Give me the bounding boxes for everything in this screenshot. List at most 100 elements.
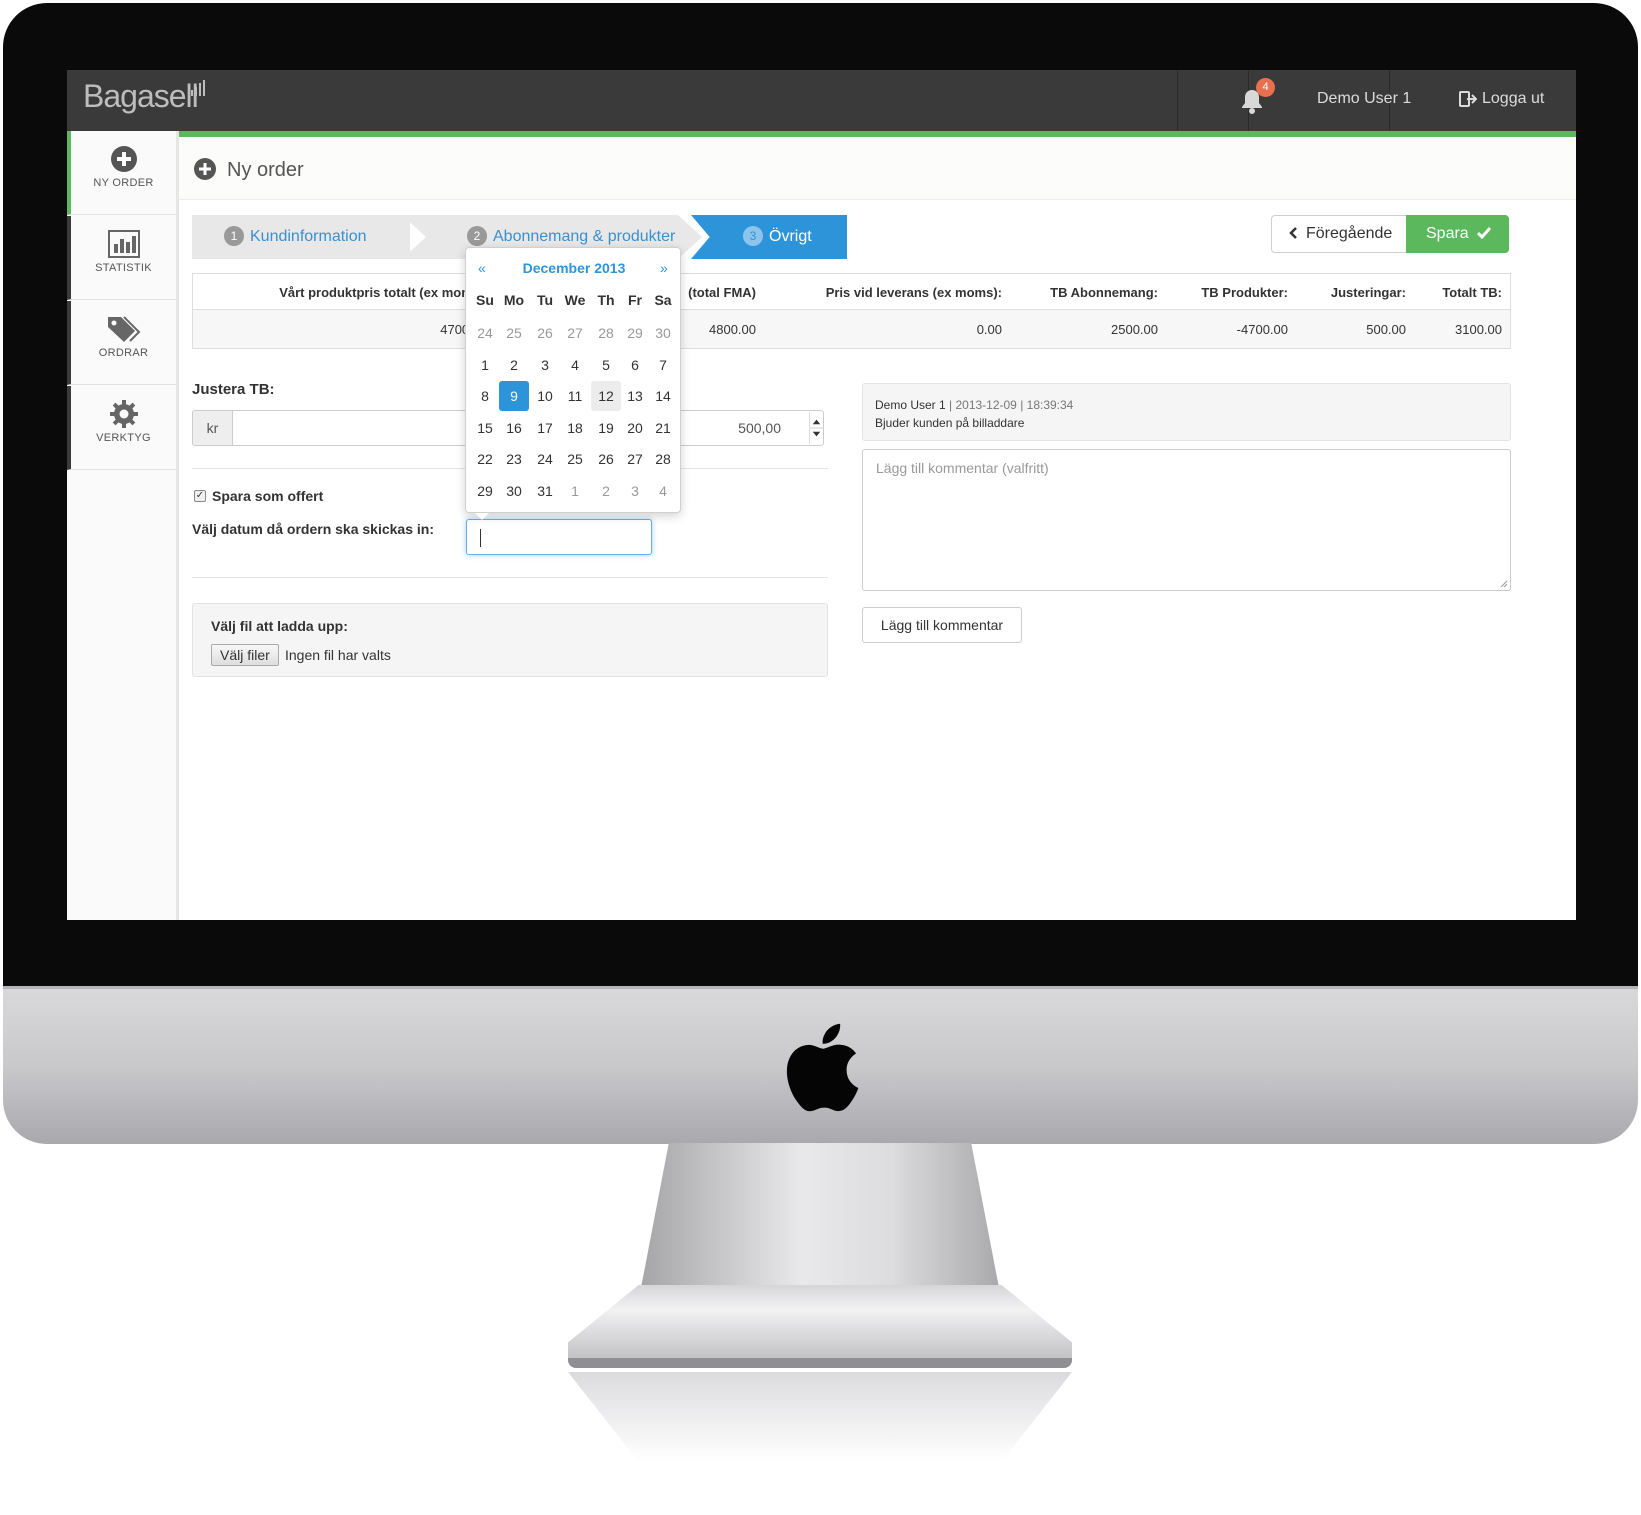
summary-header: Justeringar: xyxy=(1330,285,1406,300)
datepicker-day[interactable]: 23 xyxy=(499,444,529,474)
datepicker-month-title[interactable]: December 2013 xyxy=(466,260,682,276)
sidebar-item-statistik[interactable]: STATISTIK xyxy=(67,216,176,300)
datepicker-day[interactable]: 20 xyxy=(620,413,650,443)
summary-header: Pris vid leverans (ex moms): xyxy=(825,285,1002,300)
sidebar-item-label: VERKTYG xyxy=(96,432,151,444)
summary-value: 500.00 xyxy=(1366,322,1406,337)
summary-header: Totalt TB: xyxy=(1442,285,1502,300)
previous-button[interactable]: Föregående xyxy=(1271,215,1407,253)
sidebar-item-ny-order[interactable]: NY ORDER xyxy=(67,131,176,215)
datepicker-day[interactable]: 1 xyxy=(470,350,500,380)
datepicker-weekday: Tu xyxy=(536,292,554,308)
datepicker-day[interactable]: 12 xyxy=(591,381,621,412)
datepicker-day[interactable]: 8 xyxy=(470,381,500,411)
datepicker-day[interactable]: 25 xyxy=(560,444,590,474)
datepicker-weekday: Mo xyxy=(503,292,525,308)
bar-chart-icon xyxy=(107,230,140,258)
datepicker-day[interactable]: 10 xyxy=(530,381,560,411)
datepicker-day[interactable]: 13 xyxy=(620,381,650,411)
save-button[interactable]: Spara xyxy=(1406,215,1509,253)
save-button-label: Spara xyxy=(1426,225,1469,242)
datepicker-day[interactable]: 14 xyxy=(648,381,678,411)
file-status: Ingen fil har valts xyxy=(285,647,391,663)
resize-handle-icon[interactable] xyxy=(1500,580,1508,588)
datepicker-popup: « December 2013 » Su Mo Tu We Th Fr Sa 24 25 26 27… xyxy=(465,247,681,513)
save-as-offer-checkbox[interactable]: ✓ xyxy=(194,490,206,502)
datepicker-day[interactable]: 18 xyxy=(560,413,590,443)
add-comment-button[interactable]: Lägg till kommentar xyxy=(862,607,1022,643)
datepicker-day[interactable]: 26 xyxy=(530,318,560,348)
monitor-stand-neck xyxy=(640,1143,1000,1293)
datepicker-day[interactable]: 4 xyxy=(648,476,678,506)
comment-placeholder: Lägg till kommentar (valfritt) xyxy=(876,460,1049,476)
datepicker-day[interactable]: 1 xyxy=(560,476,590,506)
number-spinner-icon[interactable] xyxy=(809,412,823,444)
datepicker-next-button[interactable]: » xyxy=(660,260,668,276)
comment-author: Demo User 1 xyxy=(875,398,946,412)
datepicker-day[interactable]: 9 xyxy=(499,381,529,412)
sidebar-item-ordrar[interactable]: ORDRAR xyxy=(67,301,176,385)
datepicker-day[interactable]: 31 xyxy=(530,476,560,506)
user-menu[interactable]: Demo User 1 xyxy=(1317,90,1411,108)
comment-text: Bjuder kunden på billaddare xyxy=(875,416,1025,430)
datepicker-day[interactable]: 3 xyxy=(530,350,560,380)
step-label: Kundinformation xyxy=(250,228,367,245)
datepicker-day[interactable]: 4 xyxy=(560,350,590,380)
logout-icon xyxy=(1459,91,1477,107)
datepicker-day[interactable]: 21 xyxy=(648,413,678,443)
datepicker-day[interactable]: 16 xyxy=(499,413,529,443)
datepicker-day[interactable]: 19 xyxy=(591,413,621,443)
comment-meta: Demo User 1 | 2013-12-09 | 18:39:34 xyxy=(875,398,1073,412)
gear-icon xyxy=(109,400,138,428)
datepicker-day[interactable]: 30 xyxy=(499,476,529,506)
datepicker-weekday: Sa xyxy=(654,292,672,308)
monitor-stand-base xyxy=(568,1285,1072,1367)
screen: Bagasell 4 Demo User 1 Logga ut NY ORDER… xyxy=(67,70,1576,920)
datepicker-day[interactable]: 29 xyxy=(470,476,500,506)
sidebar-item-verktyg[interactable]: VERKTYG xyxy=(67,386,176,470)
choose-files-button[interactable]: Välj filer xyxy=(211,644,279,666)
logout-link[interactable]: Logga ut xyxy=(1459,90,1544,108)
datepicker-day[interactable]: 5 xyxy=(591,350,621,380)
datepicker-day[interactable]: 26 xyxy=(591,444,621,474)
datepicker-day[interactable]: 29 xyxy=(620,318,650,348)
summary-header: (total FMA) xyxy=(688,285,756,300)
datepicker-day[interactable]: 3 xyxy=(620,476,650,506)
send-date-label: Välj datum då ordern ska skickas in: xyxy=(192,521,434,537)
send-date-input[interactable] xyxy=(466,519,652,555)
datepicker-day[interactable]: 27 xyxy=(560,318,590,348)
datepicker-day[interactable]: 6 xyxy=(620,350,650,380)
top-navbar: Bagasell 4 Demo User 1 Logga ut xyxy=(67,70,1576,131)
datepicker-day[interactable]: 27 xyxy=(620,444,650,474)
datepicker-day[interactable]: 15 xyxy=(470,413,500,443)
page-title: Ny order xyxy=(227,159,304,181)
datepicker-day[interactable]: 24 xyxy=(470,318,500,348)
datepicker-weekday: We xyxy=(564,292,586,308)
summary-header: TB Produkter: xyxy=(1201,285,1288,300)
brand-logo[interactable]: Bagasell xyxy=(83,78,199,115)
summary-value: 0.00 xyxy=(976,322,1002,337)
datepicker-day[interactable]: 28 xyxy=(648,444,678,474)
step-number: 1 xyxy=(224,226,244,246)
datepicker-day[interactable]: 11 xyxy=(560,381,590,411)
summary-value: 2500.00 xyxy=(1111,322,1158,337)
datepicker-day[interactable]: 2 xyxy=(591,476,621,506)
wizard-step-ovrigt[interactable]: 3 Övrigt xyxy=(691,215,847,259)
apple-logo-icon xyxy=(786,1023,859,1112)
file-upload-label: Välj fil att ladda upp: xyxy=(211,618,348,634)
datepicker-day[interactable]: 28 xyxy=(591,318,621,348)
comment-textarea[interactable]: Lägg till kommentar (valfritt) xyxy=(862,449,1511,591)
datepicker-day[interactable]: 7 xyxy=(648,350,678,380)
datepicker-day[interactable]: 17 xyxy=(530,413,560,443)
summary-header-row: Vårt produktpris totalt (ex moms (total … xyxy=(193,274,1510,310)
datepicker-day[interactable]: 24 xyxy=(530,444,560,474)
datepicker-day[interactable]: 2 xyxy=(499,350,529,380)
divider xyxy=(192,577,828,578)
sidebar: NY ORDER STATISTIK ORDRAR VERKTYG xyxy=(67,131,179,920)
summary-header: Vårt produktpris totalt (ex moms xyxy=(279,285,480,300)
datepicker-weekday: Fr xyxy=(628,292,642,308)
wizard-step-kundinformation[interactable]: 1 Kundinformation xyxy=(192,215,410,259)
datepicker-day[interactable]: 30 xyxy=(648,318,678,348)
datepicker-day[interactable]: 22 xyxy=(470,444,500,474)
datepicker-day[interactable]: 25 xyxy=(499,318,529,348)
